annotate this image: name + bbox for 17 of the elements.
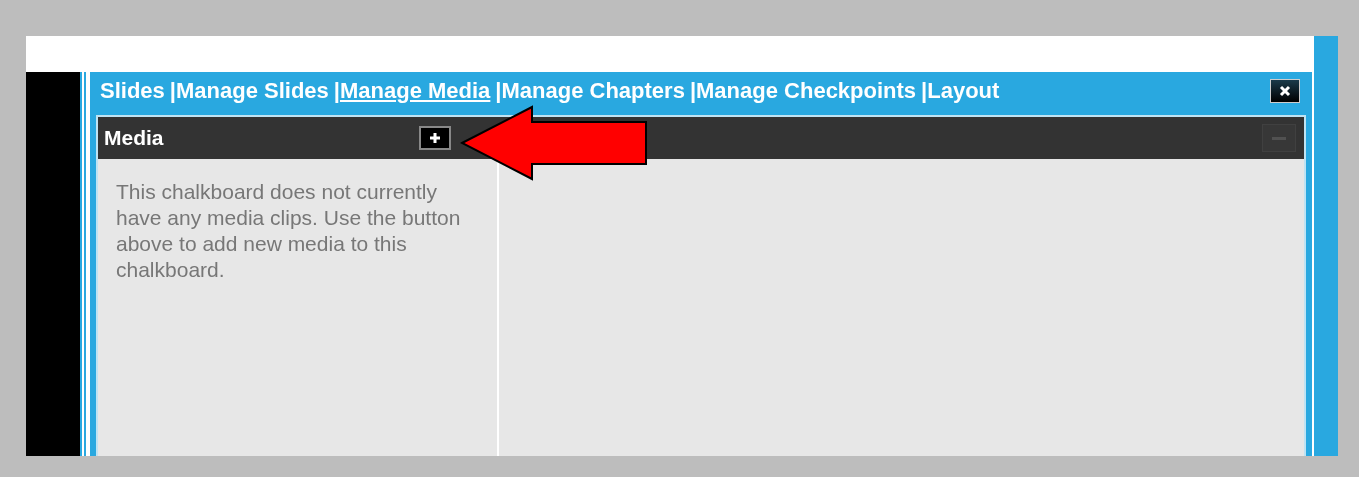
nav-tab[interactable]: Layout	[927, 80, 1000, 102]
panel-title: Media	[104, 126, 164, 150]
nav-tab[interactable]: Manage Slides	[175, 80, 329, 102]
empty-message: This chalkboard does not currently have any media clips. Use the button above to add new media to this chalkboard.	[116, 179, 461, 283]
nav-tab[interactable]: Manage Checkpoints	[696, 80, 917, 102]
nav-tab[interactable]: Slides	[100, 80, 165, 102]
nav-tab[interactable]: Manage Media	[339, 80, 491, 102]
add-button[interactable]	[419, 126, 451, 150]
plus-icon	[429, 132, 441, 144]
tab-separator: |	[689, 78, 697, 104]
tab-separator: |	[169, 78, 176, 104]
tab-separator: |	[921, 78, 928, 104]
close-icon	[1279, 85, 1291, 97]
nav-tab[interactable]: Manage Chapters	[501, 80, 685, 102]
tab-separator: |	[333, 78, 340, 104]
tab-separator: |	[495, 78, 502, 104]
close-button[interactable]	[1270, 79, 1300, 103]
